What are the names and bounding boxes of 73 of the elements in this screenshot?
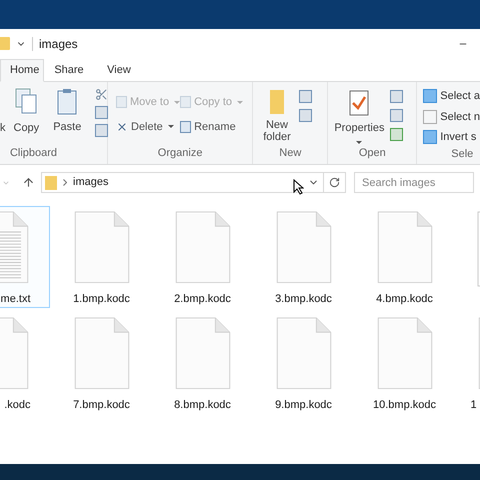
item-icon bbox=[180, 120, 192, 133]
item-icon bbox=[116, 96, 127, 108]
file-icon bbox=[274, 317, 332, 390]
ribbon-button[interactable]: Rename bbox=[180, 118, 244, 135]
up-arrow-icon[interactable] bbox=[22, 176, 35, 189]
file-icon bbox=[274, 211, 332, 284]
clipboard-icon bbox=[57, 88, 78, 115]
paste-button[interactable]: Paste bbox=[53, 88, 82, 144]
new-folder-button[interactable]: New folder bbox=[263, 90, 291, 144]
copy-icon bbox=[15, 88, 38, 114]
file-name: 9.bmp.kodc bbox=[275, 398, 332, 412]
chevron-right-icon bbox=[63, 179, 67, 186]
group-label: Clipboard bbox=[8, 146, 58, 160]
file-item[interactable]: 4.bmp.kodc bbox=[356, 206, 454, 308]
file-name: 1.bmp.kodc bbox=[73, 292, 130, 306]
group-label: New bbox=[278, 146, 302, 160]
select-button[interactable]: Select a bbox=[423, 88, 480, 104]
file-item[interactable]: 1 bbox=[456, 312, 480, 414]
file-item[interactable]: 7.bmp.kodc bbox=[52, 312, 150, 414]
file-name: me.txt bbox=[0, 292, 30, 306]
caret-icon bbox=[168, 125, 174, 128]
scissors-icon[interactable] bbox=[95, 88, 108, 101]
properties-button[interactable]: Properties bbox=[334, 90, 384, 144]
cursor-icon bbox=[293, 178, 304, 194]
file-name: 3.bmp.kodc bbox=[275, 292, 332, 306]
address-field[interactable]: images bbox=[41, 172, 346, 193]
file-icon bbox=[72, 211, 130, 284]
file-item[interactable]: 3.bmp.kodc bbox=[254, 206, 352, 308]
file-item[interactable]: me.txt bbox=[0, 206, 50, 308]
folder-icon bbox=[45, 176, 57, 190]
file-item[interactable]: 1.bmp.kodc bbox=[52, 206, 150, 308]
refresh-icon[interactable] bbox=[329, 177, 340, 188]
file-name: 10.bmp.kodc bbox=[373, 398, 436, 412]
file-icon bbox=[72, 317, 130, 390]
ribbon-tab[interactable]: View bbox=[94, 59, 144, 82]
file-name: 2.bmp.kodc bbox=[174, 292, 231, 306]
ribbon-tab[interactable]: Share bbox=[44, 59, 94, 82]
copy-button[interactable]: Copy bbox=[14, 88, 40, 144]
file-item[interactable]: 9.bmp.kodc bbox=[254, 312, 352, 414]
ribbon-label: k bbox=[0, 121, 6, 136]
select-button[interactable]: Invert s bbox=[423, 129, 480, 146]
delete-icon bbox=[116, 120, 128, 133]
file-name: .kodc bbox=[4, 398, 30, 412]
caret-icon bbox=[237, 100, 244, 104]
file-name: 7.bmp.kodc bbox=[73, 398, 130, 412]
file-name: 4.bmp.kodc bbox=[376, 292, 433, 306]
file-item[interactable]: 10.bmp.kodc bbox=[356, 312, 454, 414]
item-icon bbox=[180, 96, 192, 108]
file-name: 8.bmp.kodc bbox=[174, 398, 231, 412]
folder-icon bbox=[270, 90, 284, 114]
file-icon bbox=[376, 211, 434, 284]
file-item[interactable]: 8.bmp.kodc bbox=[154, 312, 252, 414]
file-name: 1 bbox=[470, 398, 477, 412]
grid-icon bbox=[423, 130, 438, 144]
path-text: images bbox=[73, 175, 108, 190]
folder-icon bbox=[0, 37, 10, 50]
grid-icon bbox=[423, 89, 438, 104]
select-button[interactable]: Select n bbox=[423, 108, 480, 125]
window-title: images bbox=[39, 36, 78, 52]
file-item[interactable]: 2.bmp.kodc bbox=[154, 206, 252, 308]
group-label: Sele bbox=[450, 146, 474, 162]
file-item[interactable]: .kodc bbox=[0, 312, 50, 414]
ribbon-button[interactable]: Delete bbox=[116, 118, 180, 135]
caret-icon bbox=[356, 140, 362, 144]
group-label: Open bbox=[358, 146, 387, 160]
file-icon bbox=[376, 317, 434, 390]
file-icon bbox=[174, 211, 232, 284]
checkmark-document-icon bbox=[349, 90, 370, 116]
ribbon-tab[interactable]: Home bbox=[0, 59, 44, 82]
grid-icon bbox=[423, 110, 438, 124]
file-icon bbox=[174, 317, 232, 390]
search-field[interactable]: Search images bbox=[354, 172, 474, 193]
group-label: Organize bbox=[156, 146, 204, 160]
